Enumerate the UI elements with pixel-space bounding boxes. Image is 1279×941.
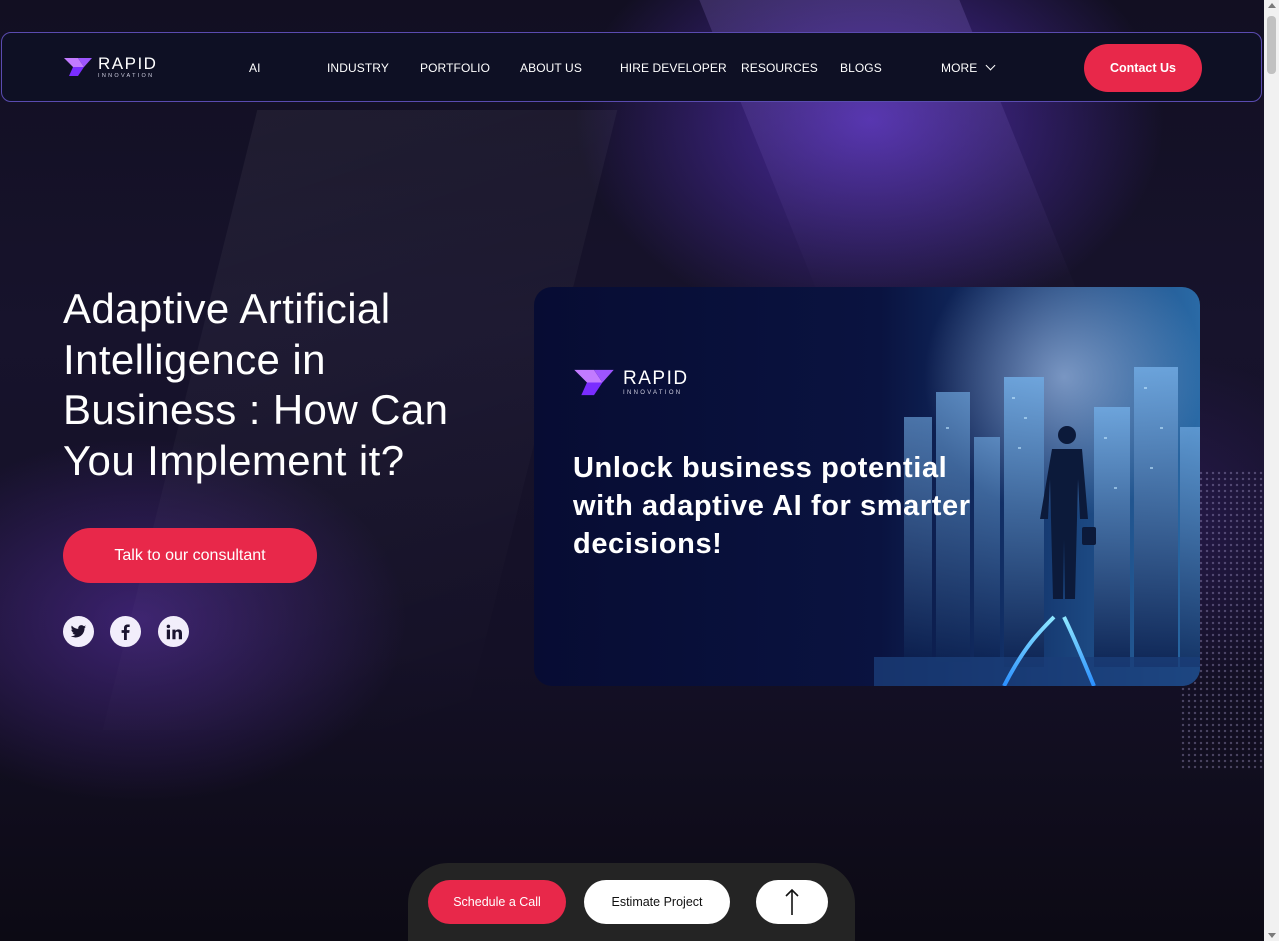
nav-more-label: MORE: [941, 61, 978, 75]
card-brand-logo: RAPID INNOVATION: [574, 367, 689, 398]
arrow-up-icon: [785, 888, 799, 915]
rapid-logo-icon: [574, 369, 614, 396]
brand-name: RAPID: [98, 54, 158, 73]
page-scrollbar[interactable]: [1264, 0, 1279, 941]
linkedin-icon: [166, 624, 182, 639]
feature-banner-card: RAPID INNOVATION Unlock business potenti…: [534, 287, 1200, 686]
nav-item-blogs[interactable]: BLOGS: [840, 61, 882, 75]
card-brand-name: RAPID: [623, 368, 689, 389]
scroll-up-arrow-icon[interactable]: [1268, 3, 1276, 8]
scrollbar-thumb[interactable]: [1267, 16, 1276, 74]
nav-item-portfolio[interactable]: PORTFOLIO: [420, 61, 490, 75]
card-headline: Unlock business potential with adaptive …: [573, 452, 971, 560]
talk-to-consultant-button[interactable]: Talk to our consultant: [63, 528, 317, 583]
nav-item-ai[interactable]: AI: [249, 61, 261, 75]
rapid-logo-icon: [64, 58, 92, 77]
nav-item-about-us[interactable]: ABOUT US: [520, 61, 582, 75]
floating-action-bar: Schedule a Call Estimate Project: [408, 863, 855, 941]
brand-logo[interactable]: RAPID INNOVATION: [64, 55, 157, 80]
nav-item-resources[interactable]: RESOURCES: [741, 61, 818, 75]
nav-item-industry[interactable]: INDUSTRY: [327, 61, 389, 75]
page-title: Adaptive Artificial Intelligence in Busi…: [63, 285, 449, 484]
nav-item-more[interactable]: MORE: [941, 60, 996, 75]
nav-item-hire-developer[interactable]: HIRE DEVELOPER: [620, 61, 727, 75]
estimate-project-button[interactable]: Estimate Project: [584, 880, 730, 924]
contact-us-button[interactable]: Contact Us: [1084, 44, 1202, 92]
linkedin-share-button[interactable]: [158, 616, 189, 647]
brand-tagline: INNOVATION: [98, 73, 155, 79]
scroll-to-top-button[interactable]: [756, 880, 828, 924]
facebook-icon: [121, 623, 130, 640]
card-brand-tagline: INNOVATION: [623, 390, 683, 396]
chevron-down-icon: [985, 60, 996, 71]
twitter-icon: [70, 624, 87, 637]
twitter-share-button[interactable]: [63, 616, 94, 647]
scroll-down-arrow-icon[interactable]: [1268, 933, 1276, 938]
main-navbar: RAPID INNOVATION AI INDUSTRY PORTFOLIO A…: [1, 32, 1262, 102]
facebook-share-button[interactable]: [110, 616, 141, 647]
schedule-call-button[interactable]: Schedule a Call: [428, 880, 566, 924]
